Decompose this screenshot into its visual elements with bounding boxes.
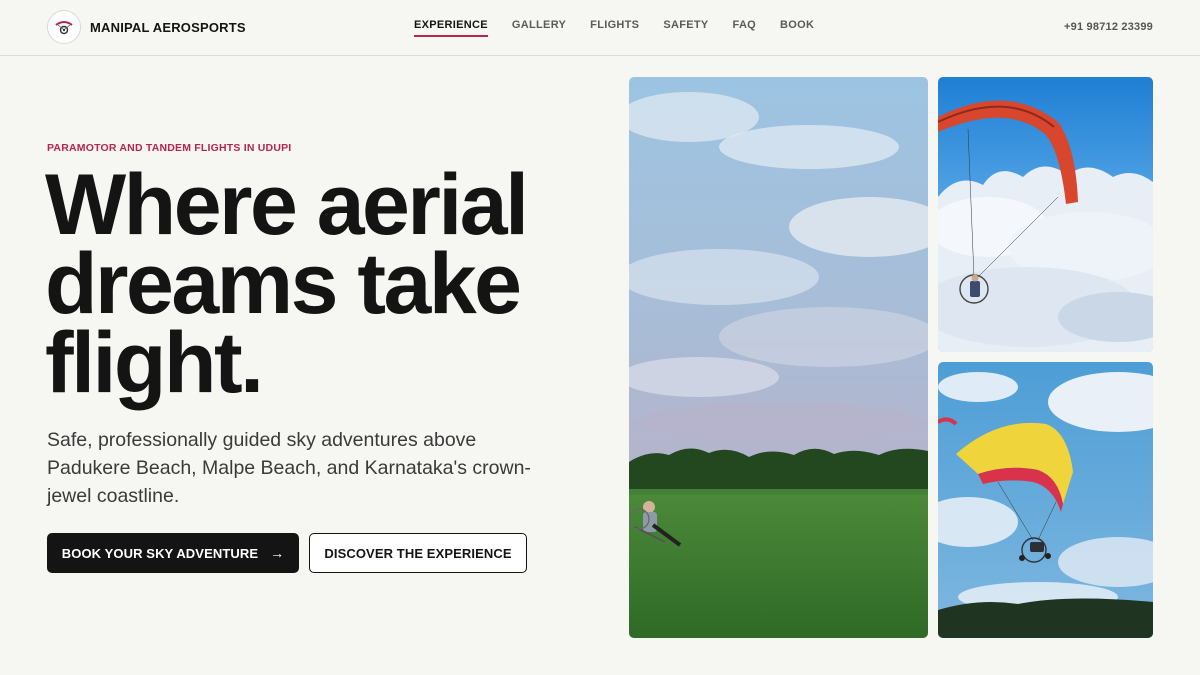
paramotor-logo-icon [47, 10, 81, 44]
main-nav: EXPERIENCE GALLERY FLIGHTS SAFETY FAQ BO… [414, 19, 838, 37]
nav-experience[interactable]: EXPERIENCE [414, 19, 488, 37]
site-header: MANIPAL AEROSPORTS EXPERIENCE GALLERY FL… [0, 0, 1200, 56]
book-adventure-label: BOOK YOUR SKY ADVENTURE [61, 545, 259, 561]
nav-faq[interactable]: FAQ [733, 19, 757, 37]
nav-flights[interactable]: FLIGHTS [590, 19, 639, 37]
headline-line-3: flight. [45, 315, 264, 411]
phone-link[interactable]: +91 98712 23399 [1064, 21, 1153, 33]
arrow-right-icon: → [270, 545, 285, 561]
book-adventure-button[interactable]: BOOK YOUR SKY ADVENTURE → [47, 533, 299, 573]
photo-yellow-wing-paramotor [938, 362, 1153, 638]
hero-headline: Where aerial dreams take flight. [45, 162, 605, 406]
nav-book[interactable]: BOOK [780, 19, 814, 37]
nav-gallery[interactable]: GALLERY [512, 19, 566, 37]
photo-paraglider-clouds [938, 77, 1153, 352]
photo-field-paramotor [629, 77, 928, 638]
nav-safety[interactable]: SAFETY [663, 19, 708, 37]
brand-link[interactable]: MANIPAL AEROSPORTS [47, 10, 246, 44]
discover-experience-label: DISCOVER THE EXPERIENCE [324, 545, 512, 561]
hero-subtext: Safe, professionally guided sky adventur… [47, 429, 531, 507]
brand-name: MANIPAL AEROSPORTS [90, 19, 246, 35]
discover-experience-button[interactable]: DISCOVER THE EXPERIENCE [309, 533, 527, 573]
hero-eyebrow: PARAMOTOR AND TANDEM FLIGHTS IN UDUPI [47, 142, 292, 154]
